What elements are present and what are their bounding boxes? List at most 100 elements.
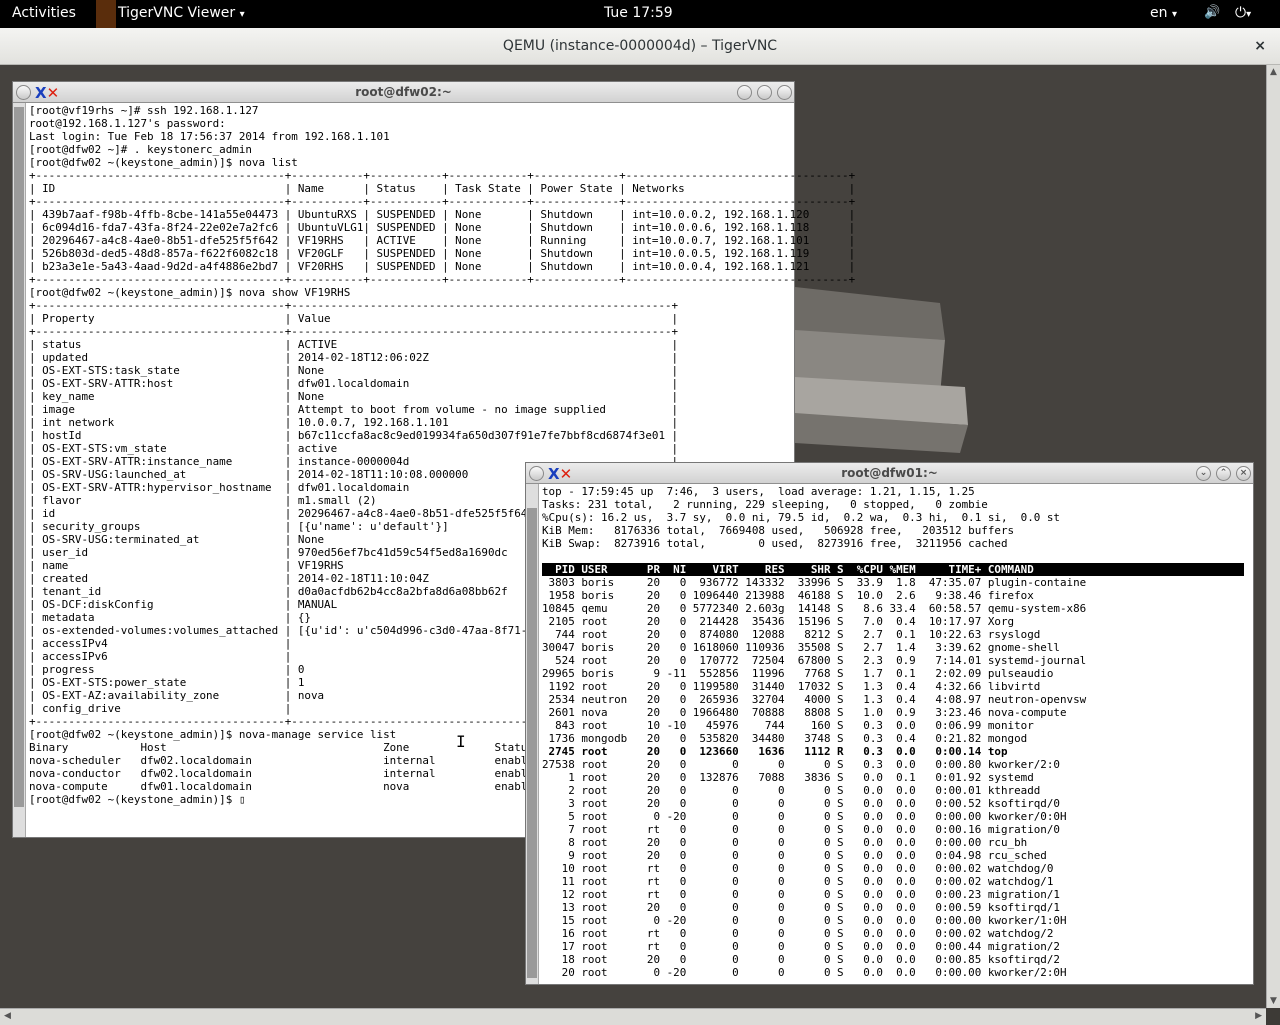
process-row: 20 root 0 -20 0 0 0 S 0.0 0.0 0:00.00 kw…: [542, 966, 1067, 979]
process-row: 16 root rt 0 0 0 0 S 0.0 0.0 0:00.02 wat…: [542, 927, 1054, 940]
terminal-line: +--------------------------------------+…: [29, 169, 856, 182]
activities-button[interactable]: Activities: [12, 5, 76, 21]
terminal-line: root@192.168.1.127's password:: [29, 117, 226, 130]
power-menu[interactable]: ⏻▾: [1235, 5, 1251, 21]
vnc-vertical-scrollbar[interactable]: ▲ ▼: [1266, 65, 1280, 1008]
terminal-line: | OS-EXT-AZ:availability_zone | nova: [29, 689, 325, 702]
process-row: 2105 root 20 0 214428 35436 15196 S 7.0 …: [542, 615, 1015, 628]
terminal-line: +--------------------------------------+…: [29, 715, 554, 728]
minimize-icon[interactable]: ⌄: [1196, 466, 1211, 481]
vnc-horizontal-scrollbar[interactable]: ◀ ▶: [0, 1008, 1266, 1025]
terminal-line: | OS-EXT-STS:vm_state | active |: [29, 442, 679, 455]
process-row: 15 root 0 -20 0 0 0 S 0.0 0.0 0:00.00 kw…: [542, 914, 1067, 927]
terminal-scrollbar[interactable]: [13, 103, 26, 837]
process-row: 13 root 20 0 0 0 0 S 0.0 0.0 0:00.59 kso…: [542, 901, 1060, 914]
terminal-line: | config_drive |: [29, 702, 292, 715]
terminal-titlebar[interactable]: X✕ root@dfw01:~ ⌄ ⌃ ×: [526, 463, 1253, 484]
terminal-line: | ID | Name | Status | Task State | Powe…: [29, 182, 856, 195]
terminal-line: [root@vf19rhs ~]# ssh 192.168.1.127: [29, 104, 259, 117]
terminal-line: | status | ACTIVE |: [29, 338, 679, 351]
process-row: 524 root 20 0 170772 72504 67800 S 2.3 0…: [542, 654, 1087, 667]
terminal-line: | OS-EXT-STS:task_state | None |: [29, 364, 679, 377]
scroll-right-icon[interactable]: ▶: [1255, 1011, 1262, 1021]
volume-icon[interactable]: 🔊: [1204, 5, 1220, 20]
process-row: 10 root rt 0 0 0 0 S 0.0 0.0 0:00.02 wat…: [542, 862, 1054, 875]
maximize-icon[interactable]: [757, 85, 772, 100]
app-menu-label: TigerVNC Viewer: [118, 5, 236, 21]
process-row: 10845 qemu 20 0 5772340 2.603g 14148 S 8…: [542, 602, 1087, 615]
terminal-line: nova-scheduler dfw02.localdomain interna…: [29, 754, 574, 767]
text-cursor-icon: I: [456, 732, 466, 751]
top-summary-line: KiB Mem: 8176336 total, 7669408 used, 50…: [542, 524, 1015, 537]
scroll-down-icon[interactable]: ▼: [1270, 996, 1277, 1006]
scrollbar-thumb[interactable]: [14, 107, 24, 807]
terminal-line: | updated | 2014-02-18T12:06:02Z |: [29, 351, 679, 364]
x-logo-icon: X✕: [548, 465, 573, 483]
app-menu-button[interactable]: TigerVNC Viewer ▾: [118, 5, 245, 21]
terminal-window-dfw01[interactable]: X✕ root@dfw01:~ ⌄ ⌃ × top - 17:59:45 up …: [525, 462, 1254, 985]
terminal-scrollbar[interactable]: [526, 484, 539, 984]
vnc-window-titlebar[interactable]: QEMU (instance-0000004d) – TigerVNC ×: [0, 28, 1280, 65]
close-icon[interactable]: ×: [1236, 466, 1251, 481]
terminal-line: | progress | 0: [29, 663, 305, 676]
process-row: 8 root 20 0 0 0 0 S 0.0 0.0 0:00.00 rcu_…: [542, 836, 1028, 849]
process-row: 7 root rt 0 0 0 0 S 0.0 0.0 0:00.16 migr…: [542, 823, 1060, 836]
close-icon[interactable]: [777, 85, 792, 100]
terminal-line: +--------------------------------------+…: [29, 325, 679, 338]
terminal-line: Last login: Tue Feb 18 17:56:37 2014 fro…: [29, 130, 390, 143]
remote-desktop[interactable]: X✕ root@dfw02:~ [root@vf19rhs ~]# ssh 19…: [0, 65, 1266, 1008]
window-menu-icon[interactable]: [529, 466, 544, 481]
process-row: 12 root rt 0 0 0 0 S 0.0 0.0 0:00.23 mig…: [542, 888, 1060, 901]
x-logo-icon: X✕: [35, 84, 60, 102]
terminal-line: | 439b7aaf-f98b-4ffb-8cbe-141a55e04473 |…: [29, 208, 856, 221]
terminal-line: | accessIPv6 |: [29, 650, 292, 663]
terminal-line: nova-conductor dfw02.localdomain interna…: [29, 767, 574, 780]
maximize-icon[interactable]: ⌃: [1216, 466, 1231, 481]
terminal-titlebar[interactable]: X✕ root@dfw02:~: [13, 82, 794, 103]
chevron-down-icon: ▾: [239, 9, 245, 20]
terminal-line: | hostId | b67c11ccfa8ac8c9ed019934fa650…: [29, 429, 679, 442]
scroll-up-icon[interactable]: ▲: [1270, 67, 1277, 77]
terminal-line: | 526b803d-ded5-48d8-857a-f622f6082c18 |…: [29, 247, 856, 260]
terminal-line: | os-extended-volumes:volumes_attached |…: [29, 624, 567, 637]
terminal-line: [root@dfw02 ~(keystone_admin)]$ nova lis…: [29, 156, 298, 169]
terminal-line: | 6c094d16-fda7-43fa-8f24-22e02e7a2fc6 |…: [29, 221, 856, 234]
process-row: 843 root 10 -10 45976 744 160 S 0.3 0.0 …: [542, 719, 1034, 732]
process-row: 5 root 0 -20 0 0 0 S 0.0 0.0 0:00.00 kwo…: [542, 810, 1067, 823]
terminal-line: +--------------------------------------+…: [29, 195, 856, 208]
chevron-down-icon: ▾: [1246, 9, 1252, 20]
minimize-icon[interactable]: [737, 85, 752, 100]
process-row: 30047 boris 20 0 1618060 110936 35508 S …: [542, 641, 1060, 654]
top-output[interactable]: top - 17:59:45 up 7:46, 3 users, load av…: [542, 485, 1244, 979]
terminal-line: | image | Attempt to boot from volume - …: [29, 403, 679, 416]
top-summary-line: Tasks: 231 total, 2 running, 229 sleepin…: [542, 498, 988, 511]
process-row: 2534 neutron 20 0 265936 32704 4000 S 1.…: [542, 693, 1087, 706]
terminal-line: Binary Host Zone Status S: [29, 741, 574, 754]
process-row: 11 root rt 0 0 0 0 S 0.0 0.0 0:00.02 wat…: [542, 875, 1054, 888]
process-row: 1 root 20 0 132876 7088 3836 S 0.0 0.1 0…: [542, 771, 1034, 784]
process-row: 3 root 20 0 0 0 0 S 0.0 0.0 0:00.52 ksof…: [542, 797, 1060, 810]
top-summary-line: %Cpu(s): 16.2 us, 3.7 sy, 0.0 ni, 79.5 i…: [542, 511, 1060, 524]
terminal-line: nova-compute dfw01.localdomain nova enab…: [29, 780, 574, 793]
vnc-window-title: QEMU (instance-0000004d) – TigerVNC: [502, 38, 778, 54]
scrollbar-thumb[interactable]: [527, 508, 537, 978]
terminal-line: +--------------------------------------+…: [29, 273, 856, 286]
terminal-line: | Property | Value |: [29, 312, 679, 325]
power-icon: ⏻: [1235, 5, 1247, 21]
process-row: 27538 root 20 0 0 0 0 S 0.3 0.0 0:00.80 …: [542, 758, 1060, 771]
scroll-left-icon[interactable]: ◀: [4, 1011, 11, 1021]
close-icon[interactable]: ×: [1254, 28, 1266, 64]
language-label: en: [1150, 5, 1168, 21]
process-row: 3803 boris 20 0 936772 143332 33996 S 33…: [542, 576, 1087, 589]
process-row: 1958 boris 20 0 1096440 213988 46188 S 1…: [542, 589, 1034, 602]
terminal-line: [root@dfw02 ~(keystone_admin)]$ nova-man…: [29, 728, 397, 741]
window-menu-icon[interactable]: [16, 85, 31, 100]
process-row: 9 root 20 0 0 0 0 S 0.0 0.0 0:04.98 rcu_…: [542, 849, 1047, 862]
chevron-down-icon: ▾: [1171, 9, 1177, 20]
clock[interactable]: Tue 17:59: [604, 5, 673, 21]
terminal-line: +--------------------------------------+…: [29, 299, 679, 312]
terminal-title: root@dfw02:~: [355, 85, 452, 99]
process-row: 1736 mongodb 20 0 535820 34480 3748 S 0.…: [542, 732, 1028, 745]
terminal-line: | key_name | None |: [29, 390, 679, 403]
language-menu[interactable]: en ▾: [1150, 5, 1177, 21]
